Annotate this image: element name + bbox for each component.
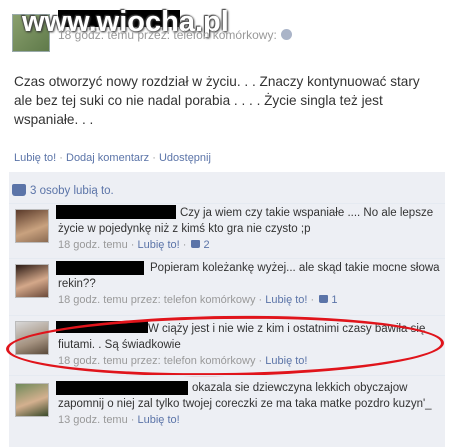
comment-meta: 18 godz. temu przez: telefon komórkowy ·…	[58, 355, 308, 367]
comment-item: okazala sie dziewczyna lekkich obyczajow…	[9, 375, 445, 445]
thumbs-up-icon	[191, 240, 201, 249]
add-comment-link[interactable]: Dodaj komentarz	[66, 152, 149, 164]
comment-time: 18 godz. temu	[58, 239, 128, 251]
comment-text: Czy ja wiem czy takie wspaniałe .... No …	[58, 207, 434, 235]
comment-meta: 18 godz. temu · Lubię to! · 2	[58, 239, 210, 251]
comment-item: W ciąży jest i nie wie z kim i ostatnimi…	[9, 315, 445, 375]
post-header: www.wiocha.pl 18 godz. temu przez: telef…	[0, 0, 449, 60]
comment-meta: 13 godz. temu · Lubię to!	[58, 414, 180, 426]
comment-like-link[interactable]: Lubię to!	[265, 294, 307, 306]
likes-summary[interactable]: 3 osoby lubią to.	[12, 180, 114, 202]
comment-meta: 18 godz. temu przez: telefon komórkowy ·…	[58, 294, 338, 306]
comment-time: 18 godz. temu przez: telefon komórkowy	[58, 294, 256, 306]
like-link[interactable]: Lubię to!	[14, 152, 56, 164]
commenter-avatar[interactable]	[15, 321, 49, 355]
commenter-avatar[interactable]	[15, 264, 49, 298]
privacy-icon	[280, 29, 292, 41]
post-timestamp: 18 godz. temu przez: telefon komórkowy:	[58, 28, 277, 42]
comment-time: 18 godz. temu przez: telefon komórkowy	[58, 355, 256, 367]
thumbs-up-icon	[319, 295, 329, 304]
separator: ·	[59, 152, 63, 164]
commenter-avatar[interactable]	[15, 209, 49, 243]
comment-likes-count[interactable]: 2	[204, 239, 210, 251]
comment-text: okazala sie dziewczyna lekkich obyczajow…	[58, 382, 432, 410]
comment-like-link[interactable]: Lubię to!	[138, 239, 180, 251]
comment-like-link[interactable]: Lubię to!	[138, 414, 180, 426]
comment-time: 13 godz. temu	[58, 414, 128, 426]
status-text: Czas otworzyć nowy rozdział w życiu. . .…	[14, 74, 420, 127]
thumbs-up-icon	[12, 183, 26, 196]
likes-count-text[interactable]: 3 osoby lubią to.	[30, 185, 114, 197]
comment-item: Popieram koleżankę wyżej... ale skąd tak…	[9, 258, 445, 315]
comment-text: W ciąży jest i nie wie z kim i ostatnimi…	[58, 323, 426, 351]
share-link[interactable]: Udostępnij	[159, 152, 211, 164]
post-actions: Lubię to! · Dodaj komentarz · Udostępnij	[14, 152, 211, 164]
comment-item: Czy ja wiem czy takie wspaniałe .... No …	[9, 203, 445, 258]
post-meta: 18 godz. temu przez: telefon komórkowy:	[58, 28, 292, 42]
comment-text: Popieram koleżankę wyżej... ale skąd tak…	[58, 262, 440, 290]
comment-likes-count[interactable]: 1	[331, 294, 337, 306]
separator: ·	[152, 152, 156, 164]
comment-like-link[interactable]: Lubię to!	[265, 355, 307, 367]
commenter-avatar[interactable]	[15, 383, 49, 417]
